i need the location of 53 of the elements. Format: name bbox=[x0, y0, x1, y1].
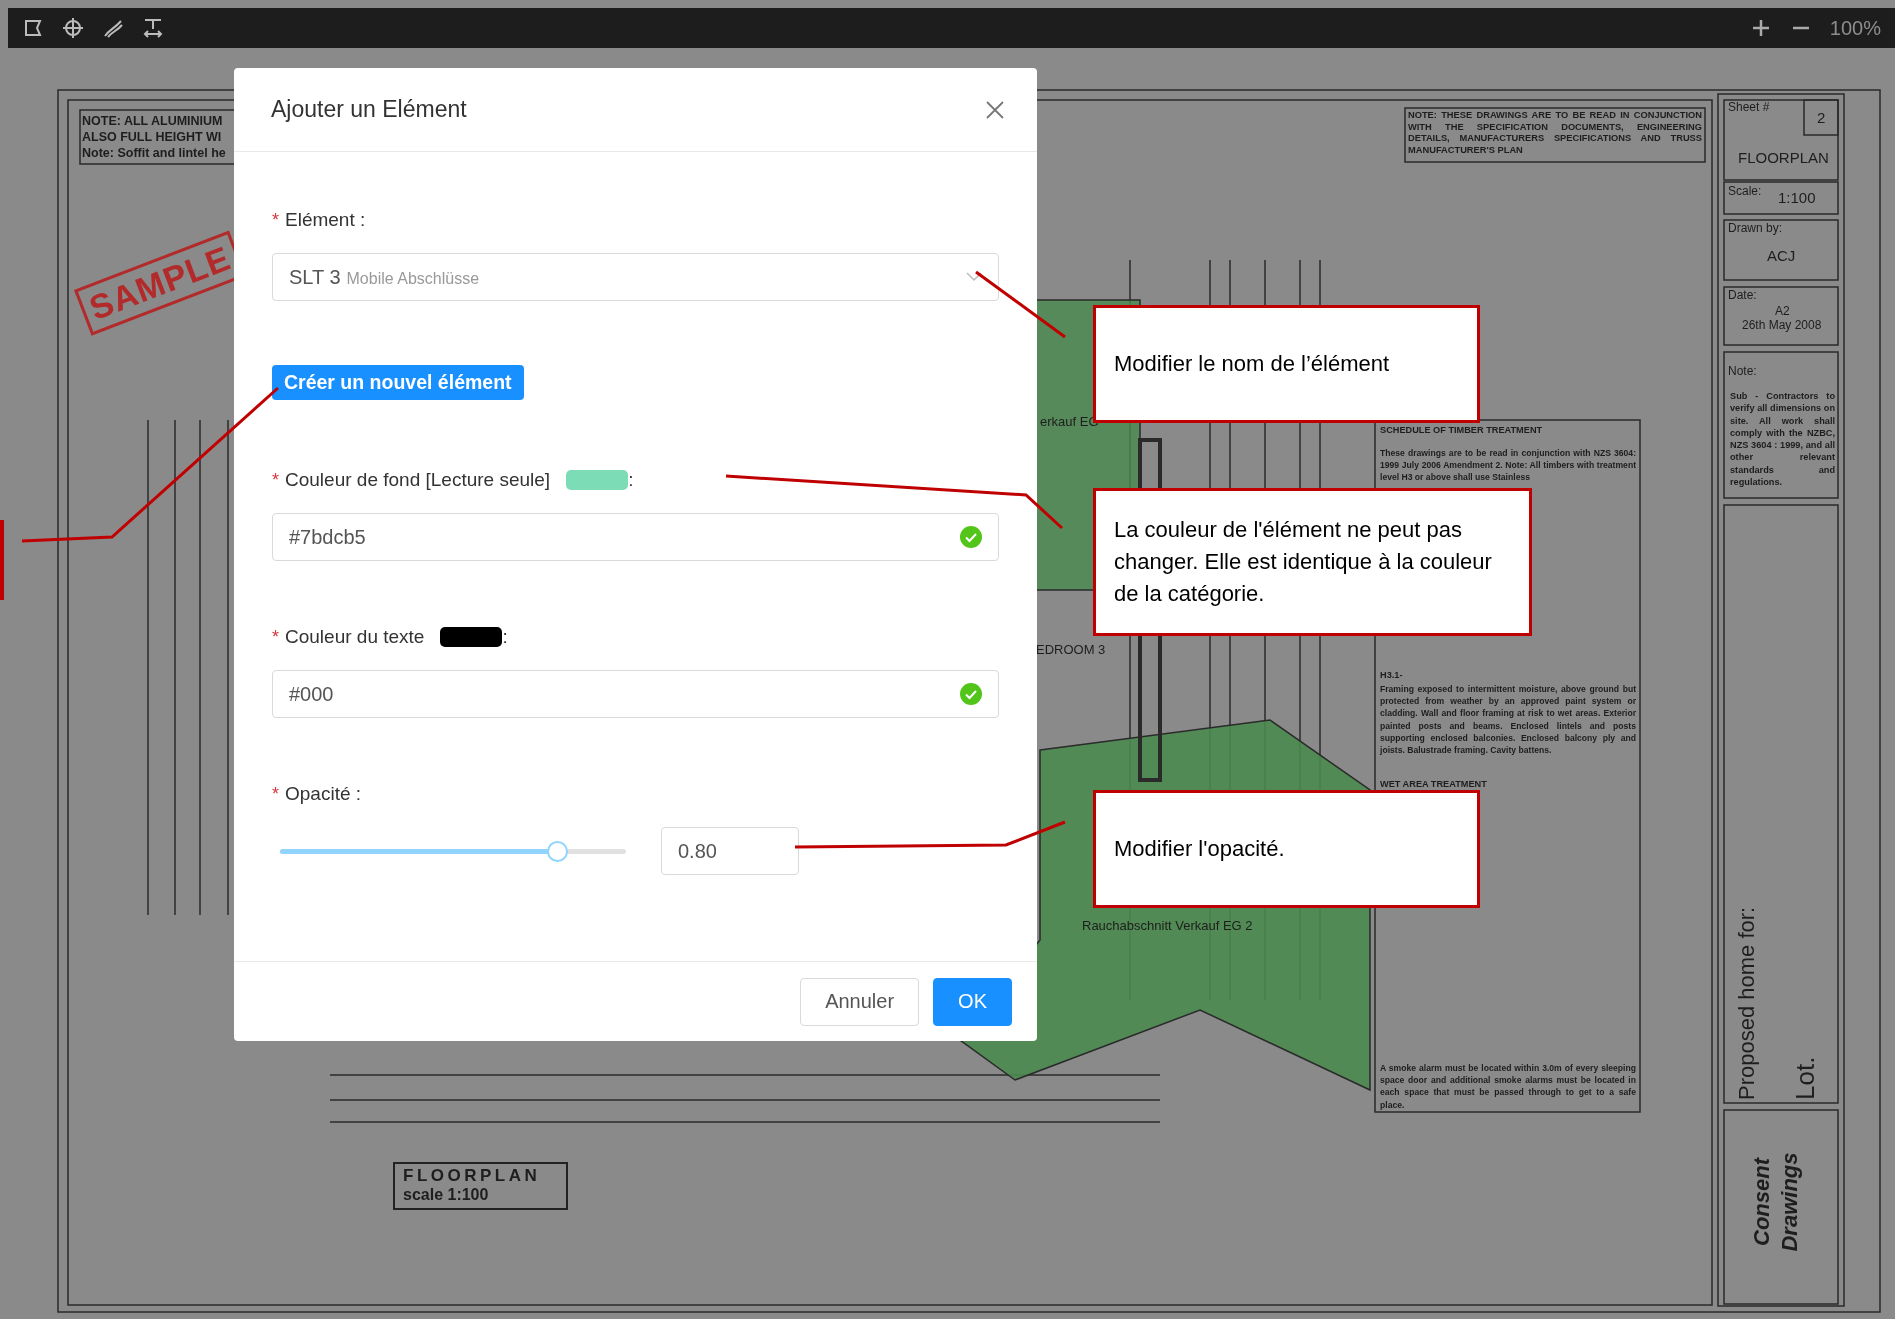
title-block-label: Drawn by: bbox=[1728, 221, 1783, 235]
sheet-size: A2 bbox=[1775, 304, 1790, 318]
text-width-icon[interactable] bbox=[142, 17, 164, 39]
crosshair-icon[interactable] bbox=[62, 17, 84, 39]
color-input[interactable]: #000 bbox=[272, 670, 999, 718]
crop-icon[interactable] bbox=[22, 17, 44, 39]
sheet-title: FLOORPLAN bbox=[1738, 149, 1829, 166]
title-block-note: Sub - Contractors to verify all dimensions on site. All work shall comply with the NZBC, NZS 3604 : 1999, and all other relevant standards and regulations. bbox=[1730, 390, 1835, 489]
schedule-heading: SCHEDULE OF TIMBER TREATMENT bbox=[1380, 424, 1544, 437]
required-asterisk: * bbox=[272, 469, 279, 491]
plan-note: NOTE: THESE DRAWINGS ARE TO BE READ IN CONJUNCTION WITH THE SPECIFICATION DOCUMENTS, ENGINEERING DETAILS, MANUFACTURERS SPECIFICATIONS AND TRUSS MANUFACTURER'S PLAN bbox=[1408, 110, 1702, 156]
schedule-text: Framing exposed to intermittent moisture, above ground but protected from weather by an approved paint system or cladding. Wall and floor framing at risk to wet areas. Exterior painted posts and beams. Enclosed lintels and posts supporting enclosed balconies. Enclosed balcony ply and joists. Balustrade framing. Cavity battens. bbox=[1380, 683, 1636, 757]
label-colon: : bbox=[502, 626, 508, 648]
zoom-level: 100% bbox=[1829, 16, 1881, 40]
room-label: EDROOM 3 bbox=[1036, 642, 1106, 657]
schedule-heading: WET AREA TREATMENT bbox=[1380, 778, 1488, 791]
title-block-label: Date: bbox=[1728, 288, 1757, 302]
required-asterisk: * bbox=[272, 783, 279, 805]
cancel-button[interactable]: Annuler bbox=[800, 977, 920, 1026]
title-block-label: Note: bbox=[1728, 364, 1757, 378]
required-asterisk: * bbox=[272, 209, 279, 231]
callout-box: Modifier le nom de l’élément bbox=[1093, 305, 1480, 423]
opacity-input[interactable]: 0.80 bbox=[661, 827, 799, 875]
callout-box: La couleur de l'élément ne peut pas changer. Elle est identique à la couleur de la catégorie. bbox=[1093, 488, 1532, 636]
schedule-heading: H3.1- bbox=[1380, 669, 1404, 682]
sheet-number: 2 bbox=[1817, 109, 1826, 126]
required-asterisk: * bbox=[272, 626, 279, 648]
field-label: Couleur de fond [Lecture seule] bbox=[285, 469, 551, 491]
callout-box: Modifier l'opacité. bbox=[1093, 790, 1480, 908]
slider-handle[interactable] bbox=[546, 840, 568, 862]
schedule-text: A smoke alarm must be located within 3.0m of every sleeping space door and additional smoke alarms must be located in each space that must be passed through to get to a safe place. bbox=[1380, 1062, 1636, 1111]
field-label: Elément : bbox=[285, 209, 366, 231]
drawn-by-value: ACJ bbox=[1767, 247, 1796, 264]
date-value: 26th May 2008 bbox=[1742, 318, 1822, 332]
lot-label: Lot. bbox=[1790, 1056, 1821, 1100]
close-icon[interactable] bbox=[985, 99, 1005, 120]
chevron-down-icon bbox=[966, 272, 982, 282]
opacity-slider[interactable] bbox=[280, 840, 626, 862]
label-colon: : bbox=[628, 469, 634, 491]
plan-title: FLOORPLAN scale 1:100 bbox=[393, 1162, 568, 1210]
scale-value: 1:100 bbox=[1778, 189, 1816, 206]
dialog-title: Ajouter un Elément bbox=[271, 96, 467, 123]
room-label: Rauchabschnitt Verkauf EG 2 bbox=[1082, 918, 1253, 933]
title-block-label: Sheet # bbox=[1728, 100, 1770, 114]
element-select[interactable]: SLT 3 Mobile Abschlüsse bbox=[272, 253, 999, 301]
drawing-status: Consent Drawings bbox=[1748, 1151, 1803, 1254]
project-label: Proposed home for: bbox=[1734, 906, 1760, 1100]
field-label: Couleur du texte bbox=[285, 626, 425, 648]
schedule-text: These drawings are to be read in conjunction with NZS 3604: 1999 July 2006 Amendment 2. Note: All timbers with treatment level H3 or above shall use Stainless bbox=[1380, 447, 1636, 484]
plan-note: NOTE: ALL ALUMINIUM ALSO FULL HEIGHT WI Note: Soffit and lintel he bbox=[82, 113, 227, 161]
field-label: Opacité : bbox=[285, 783, 362, 805]
title-block-label: Scale: bbox=[1728, 184, 1762, 198]
color-input[interactable]: #7bdcb5 bbox=[272, 513, 999, 561]
